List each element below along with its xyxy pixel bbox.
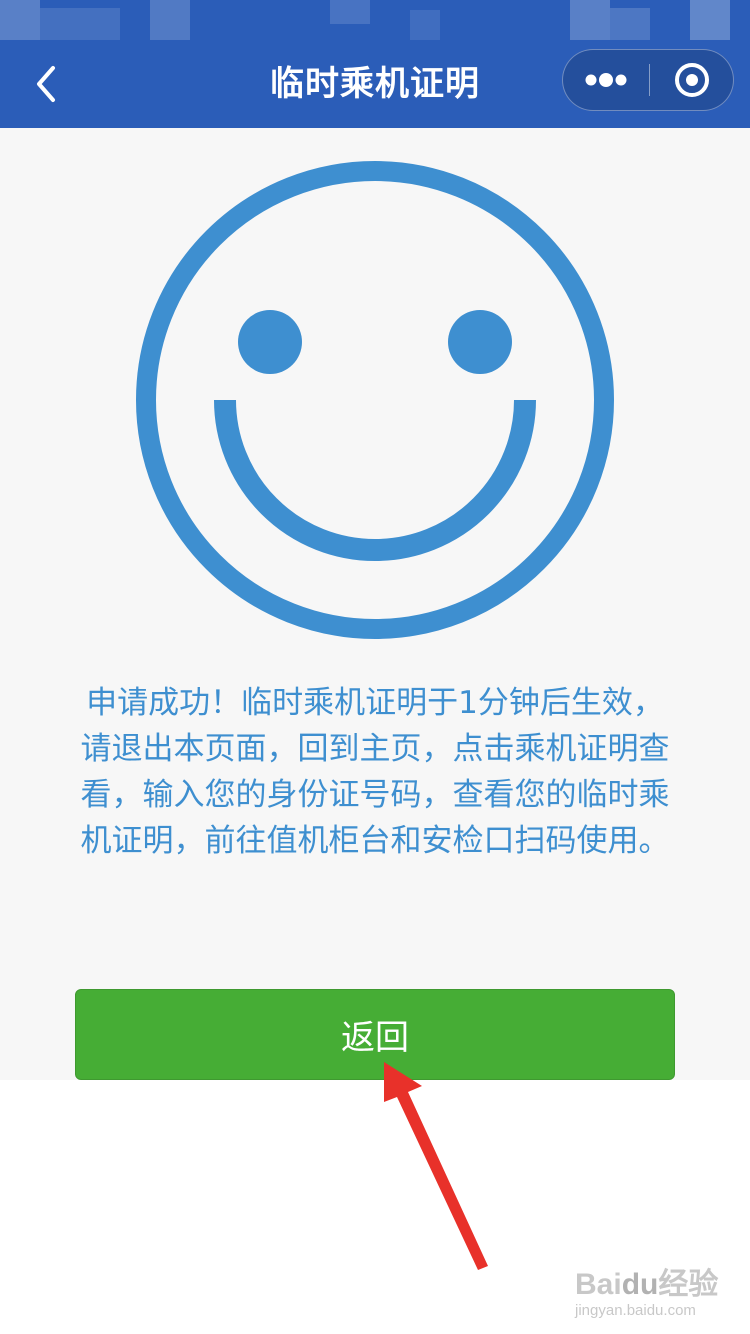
- watermark-url: jingyan.baidu.com: [575, 1302, 696, 1319]
- back-button[interactable]: [20, 54, 72, 114]
- baidu-jingyan-watermark: Baidu经验 jingyan.baidu.com: [575, 1268, 735, 1324]
- more-button[interactable]: [563, 50, 649, 110]
- red-arrow-icon: [384, 1062, 488, 1270]
- target-close-icon: [675, 63, 709, 97]
- success-message: 申请成功！临时乘机证明于1分钟后生效，请退出本页面，回到主页，点击乘机证明查看，…: [80, 685, 670, 859]
- menu-capsule: [562, 49, 734, 111]
- status-bar-blurred: [0, 0, 750, 40]
- watermark-logo: Baidu经验: [575, 1268, 719, 1301]
- navigation-bar: 临时乘机证明: [0, 40, 750, 128]
- close-miniprogram-button[interactable]: [650, 50, 734, 110]
- chevron-left-icon: [37, 66, 55, 102]
- smiley-face-icon: [136, 161, 614, 639]
- more-dots-icon: [585, 73, 627, 87]
